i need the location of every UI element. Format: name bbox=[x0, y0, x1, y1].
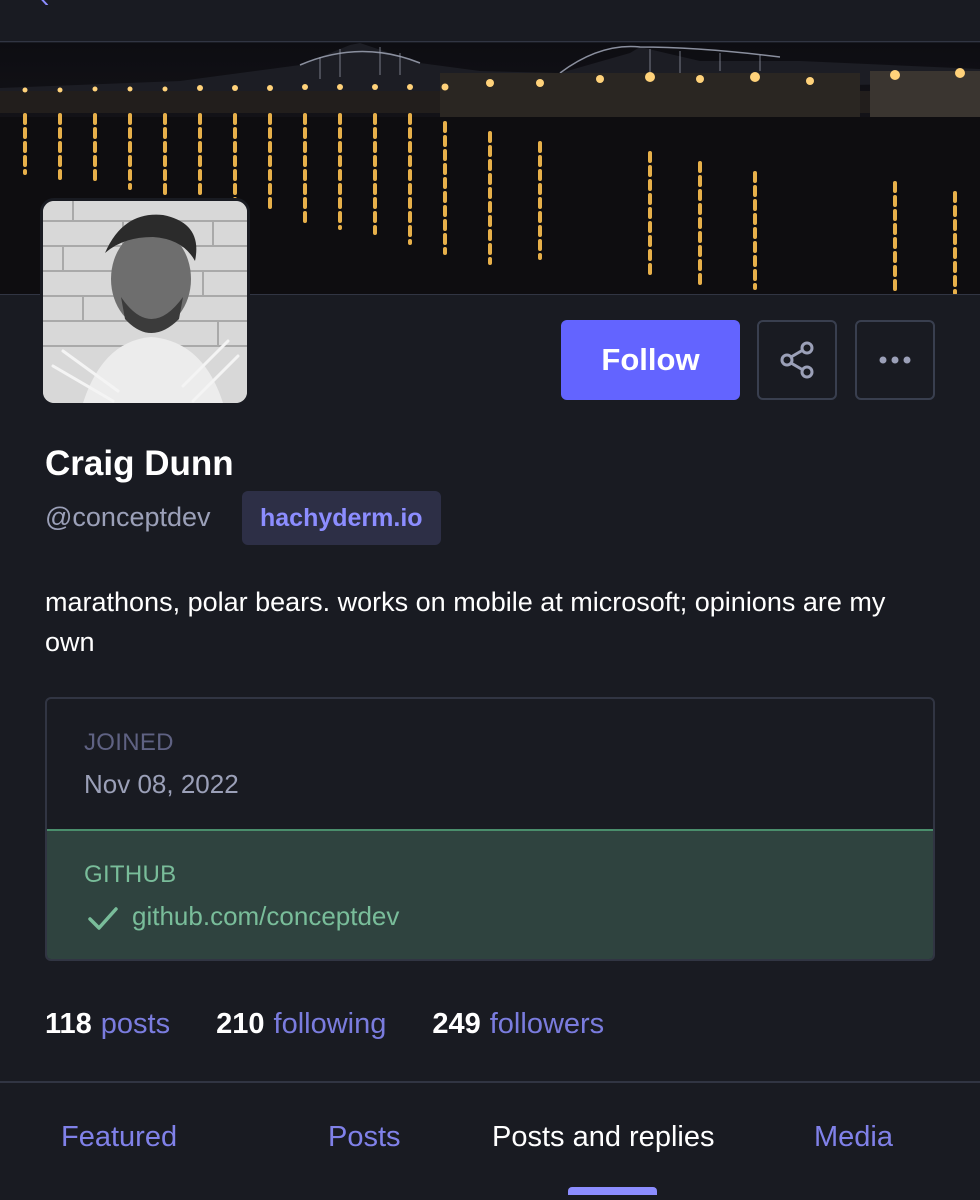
share-icon bbox=[780, 341, 814, 379]
profile-fields: JOINED Nov 08, 2022 GITHUB github.com/co… bbox=[45, 697, 935, 961]
back-arrow-icon[interactable]: ‹ bbox=[40, 0, 70, 12]
following-count-label: following bbox=[273, 1008, 387, 1040]
tab-featured[interactable]: Featured bbox=[61, 1121, 177, 1154]
posts-count-label: posts bbox=[100, 1008, 171, 1040]
followers-count-number: 249 bbox=[432, 1008, 481, 1040]
follow-button[interactable]: Follow bbox=[561, 320, 740, 400]
account-counts: 118 posts 210 following 249 followers bbox=[45, 1008, 650, 1041]
tab-posts-and-replies[interactable]: Posts and replies bbox=[492, 1121, 714, 1154]
top-bar: ‹ bbox=[0, 0, 980, 42]
field-joined: JOINED Nov 08, 2022 bbox=[47, 699, 933, 829]
following-count-number: 210 bbox=[216, 1008, 265, 1040]
tab-posts[interactable]: Posts bbox=[328, 1121, 401, 1154]
field-joined-value: Nov 08, 2022 bbox=[84, 769, 239, 799]
field-github-label: GITHUB bbox=[84, 861, 177, 888]
more-icon bbox=[879, 356, 911, 364]
active-tab-indicator bbox=[568, 1187, 657, 1195]
share-button[interactable] bbox=[757, 320, 837, 400]
profile-bio: marathons, polar bears. works on mobile … bbox=[45, 587, 886, 657]
posts-count-number: 118 bbox=[45, 1008, 92, 1040]
verified-check-icon bbox=[88, 907, 118, 930]
followers-count[interactable]: 249 followers bbox=[432, 1008, 604, 1041]
field-github: GITHUB github.com/conceptdev bbox=[47, 829, 933, 959]
more-options-button[interactable] bbox=[855, 320, 935, 400]
display-name: Craig Dunn bbox=[45, 444, 234, 483]
followers-count-label: followers bbox=[489, 1008, 605, 1040]
avatar[interactable] bbox=[40, 198, 250, 406]
following-count[interactable]: 210 following bbox=[216, 1008, 386, 1041]
domain-badge[interactable]: hachyderm.io bbox=[242, 491, 441, 545]
github-link[interactable]: github.com/conceptdev bbox=[132, 901, 399, 932]
field-joined-label: JOINED bbox=[84, 729, 174, 756]
posts-count[interactable]: 118 posts bbox=[45, 1008, 170, 1041]
account-handle: @conceptdev bbox=[45, 502, 211, 532]
tab-media[interactable]: Media bbox=[814, 1121, 893, 1154]
profile-tabs: Featured Posts Posts and replies Media bbox=[0, 1081, 980, 1200]
